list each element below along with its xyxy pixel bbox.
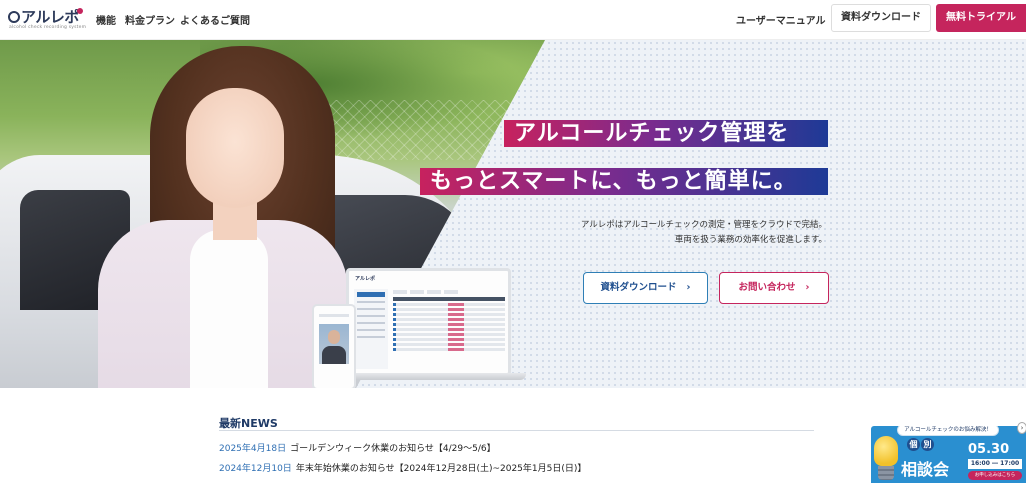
- laptop-table: [393, 297, 505, 367]
- hero-description-line-2: 車両を扱う業務の効率化を促進します。: [674, 235, 827, 245]
- laptop-mockup: アルレポ: [346, 268, 511, 376]
- news-title: ゴールデンウィーク休業のお知らせ【4/29～5/6】: [290, 444, 496, 454]
- logo-tagline: alcohol check recording system: [9, 25, 87, 30]
- news-divider: [219, 430, 814, 431]
- phone-mockup: [312, 304, 356, 388]
- news-item[interactable]: 2024年12月10日 年末年始休業のお知らせ【2024年12月28日(土)~20…: [219, 461, 586, 474]
- lightbulb-icon: [874, 436, 898, 466]
- chevron-right-icon: ›: [805, 282, 810, 293]
- chevron-right-icon: ›: [686, 282, 691, 293]
- hero-headline-2: もっとスマートに、もっと簡単に。: [420, 168, 828, 195]
- free-trial-button[interactable]: 無料トライアル: [936, 4, 1026, 32]
- hero-description-line-1: アルレポはアルコールチェックの測定・管理をクラウドで完結。: [580, 220, 827, 230]
- banner-tagline: アルコールチェックのお悩み解決！: [897, 426, 999, 436]
- banner-individual-label: 個別: [907, 438, 935, 451]
- photo-woman-face: [186, 88, 284, 208]
- nav-faq[interactable]: よくあるご質問: [180, 12, 250, 27]
- photo-woman-blouse: [190, 230, 268, 388]
- hero-section: アルレポ アルコールチェック管理を もっとスマートに、もっと簡単に。 アルレポは…: [0, 40, 1026, 388]
- laptop-tabs: [393, 279, 505, 294]
- consultation-banner[interactable]: アルコールチェックのお悩み解決！ 個別 相談会 05.30 16:00 ― 17…: [871, 426, 1026, 483]
- nav-pricing[interactable]: 料金プラン: [125, 12, 175, 27]
- banner-date: 05.30: [968, 442, 1010, 457]
- phone-camera-preview: [319, 324, 349, 364]
- laptop-logo: アルレポ: [355, 276, 375, 282]
- site-header: アルレポ alcohol check recording system 機能 料…: [0, 0, 1026, 40]
- hero-headline-1: アルコールチェック管理を: [504, 120, 828, 147]
- hero-download-docs-button[interactable]: 資料ダウンロード ›: [583, 272, 708, 304]
- hero-contact-button[interactable]: お問い合わせ ›: [719, 272, 829, 304]
- laptop-base: [336, 373, 526, 380]
- banner-time: 16:00 ― 17:00: [968, 459, 1022, 469]
- nav-features[interactable]: 機能: [96, 12, 116, 27]
- news-heading: 最新NEWS: [219, 417, 278, 430]
- site-logo[interactable]: アルレポ alcohol check recording system: [8, 5, 87, 33]
- banner-title: 相談会: [901, 460, 950, 479]
- news-title: 年末年始休業のお知らせ【2024年12月28日(土)~2025年1月5日(日)】: [295, 464, 587, 474]
- hero-contact-label: お問い合わせ: [738, 282, 796, 293]
- logo-dot-icon: [77, 8, 83, 14]
- news-date: 2025年4月18日: [219, 444, 287, 454]
- close-icon[interactable]: ›: [1017, 422, 1026, 434]
- hero-download-docs-label: 資料ダウンロード: [600, 282, 677, 293]
- news-item[interactable]: 2025年4月18日 ゴールデンウィーク休業のお知らせ【4/29～5/6】: [219, 441, 496, 454]
- laptop-sidebar: [354, 289, 388, 369]
- lightbulb-base-icon: [878, 466, 894, 480]
- user-manual-link[interactable]: ユーザーマニュアル: [736, 12, 826, 27]
- logo-wordmark: アルレポ: [8, 6, 79, 27]
- download-docs-button[interactable]: 資料ダウンロード: [831, 4, 931, 32]
- banner-apply-button[interactable]: お申し込みはこちら: [968, 471, 1022, 480]
- news-date: 2024年12月10日: [219, 464, 292, 474]
- hero-description: アルレポはアルコールチェックの測定・管理をクラウドで完結。 車両を扱う業務の効率…: [581, 218, 827, 248]
